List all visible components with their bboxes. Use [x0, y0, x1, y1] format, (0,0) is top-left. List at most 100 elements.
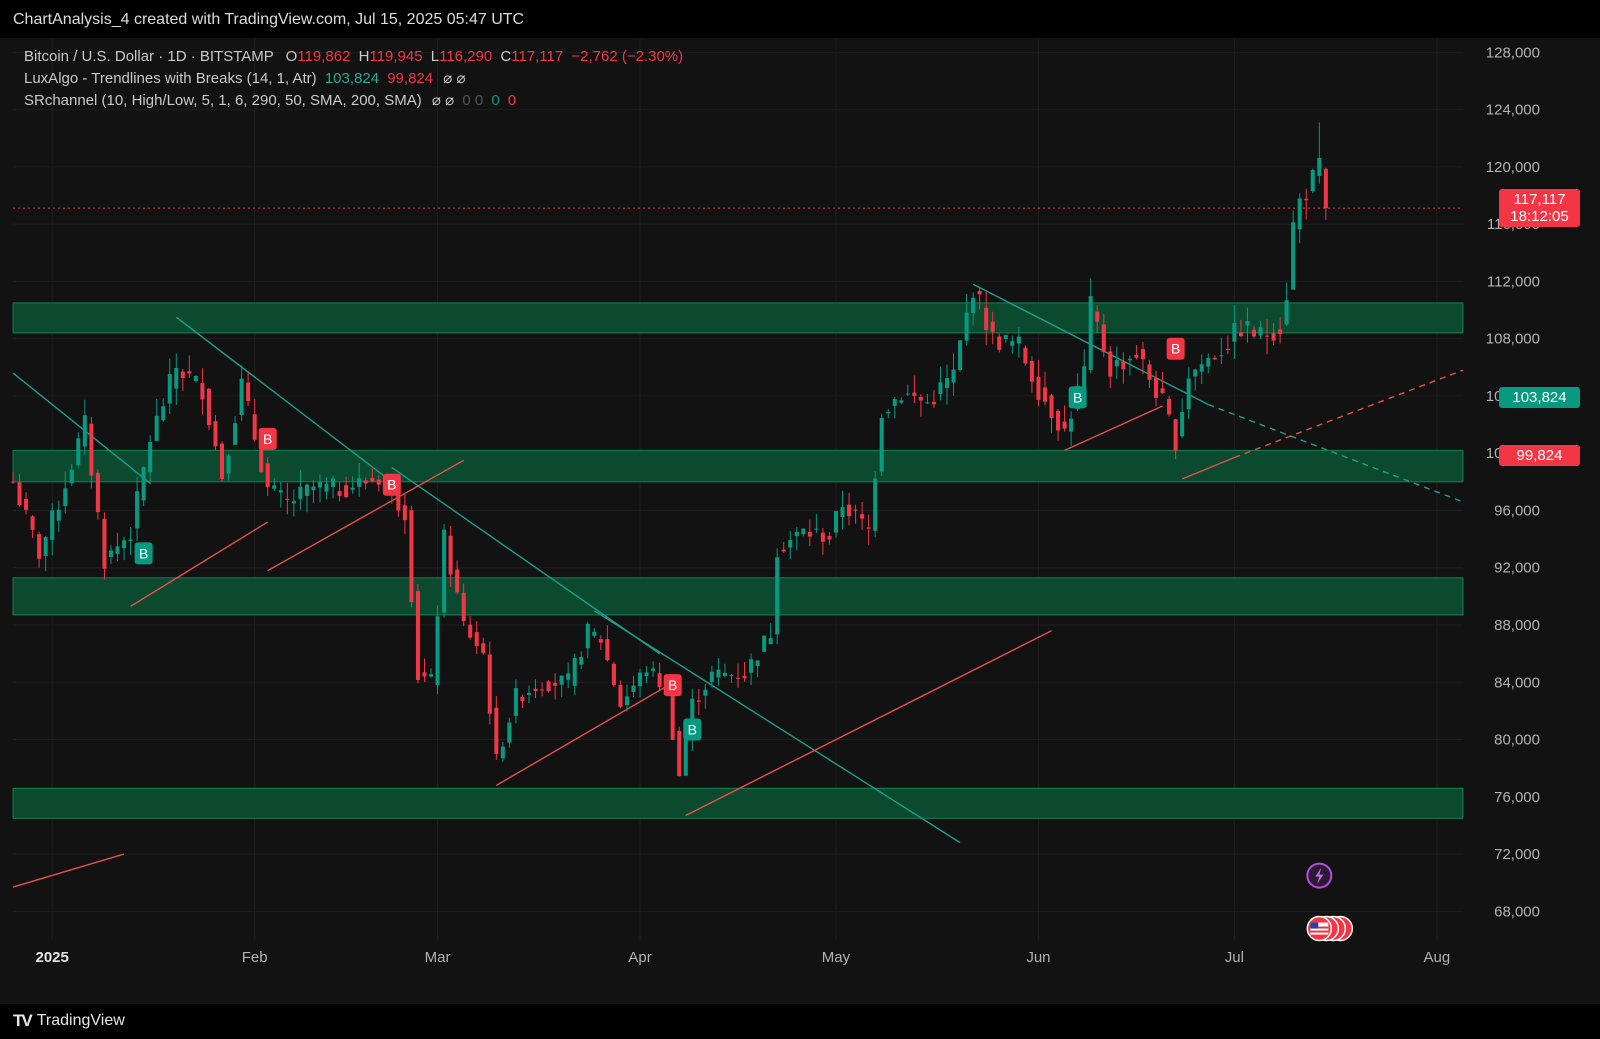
- x-tick-label: Apr: [628, 949, 651, 966]
- tradingview-logo[interactable]: TV TradingView: [13, 1011, 125, 1031]
- candle: [1180, 398, 1185, 439]
- candle-body: [755, 660, 760, 667]
- price-chart[interactable]: BBBBBBB 128,000124,000120,000116,000112,…: [0, 38, 1600, 1004]
- candle-body: [631, 685, 636, 693]
- candle-body: [827, 536, 832, 540]
- footer: TV TradingView: [0, 1004, 1600, 1039]
- low-label: L: [430, 48, 440, 65]
- candle: [951, 353, 956, 396]
- candle-body: [1265, 335, 1270, 337]
- candle-body: [925, 402, 930, 404]
- candle-body: [605, 639, 610, 661]
- candle-body: [193, 375, 198, 382]
- candle-body: [213, 421, 218, 447]
- candle-body: [1173, 419, 1178, 451]
- candle-body: [958, 340, 963, 371]
- candle: [1062, 405, 1067, 432]
- candle-body: [141, 466, 146, 501]
- candle: [1199, 354, 1204, 385]
- indicator1-na-icons: ⌀ ⌀: [443, 70, 466, 87]
- candle: [154, 398, 159, 442]
- candle-body: [1095, 311, 1100, 322]
- legend-indicator1-row[interactable]: LuxAlgo - Trendlines with Breaks (14, 1,…: [24, 68, 683, 90]
- low-value: 116,290: [439, 48, 493, 65]
- us-flag-icon[interactable]: [1306, 915, 1354, 942]
- candle: [115, 532, 120, 562]
- break-marker-label: B: [688, 722, 697, 738]
- candle-body: [461, 592, 466, 622]
- candle-body: [370, 478, 375, 482]
- candle-body: [1049, 395, 1054, 419]
- candle: [494, 696, 499, 760]
- candle-body: [540, 689, 545, 691]
- candle-body: [1284, 300, 1289, 325]
- candle-body: [1232, 323, 1237, 342]
- candle-body: [1147, 364, 1152, 380]
- candle-body: [683, 739, 688, 776]
- candle: [781, 542, 786, 553]
- candle-body: [579, 656, 584, 665]
- lightning-icon[interactable]: [1306, 862, 1333, 889]
- candle: [442, 524, 447, 618]
- candle-body: [376, 479, 381, 485]
- candle: [1193, 368, 1198, 391]
- break-marker-label: B: [1073, 389, 1082, 405]
- candle: [233, 415, 238, 445]
- candle-body: [762, 635, 767, 652]
- candle: [847, 492, 852, 526]
- candle-body: [200, 383, 205, 400]
- candle-body: [1029, 361, 1034, 382]
- candle-body: [840, 507, 845, 518]
- candle-body: [703, 689, 708, 696]
- candle-body: [337, 491, 342, 496]
- candle-body: [1225, 348, 1230, 350]
- candle-body: [344, 485, 349, 498]
- candle: [931, 390, 936, 408]
- candle-body: [807, 531, 812, 537]
- event-icons[interactable]: [1306, 862, 1354, 942]
- candle-body: [500, 746, 505, 759]
- candle: [174, 353, 179, 405]
- candle-body: [566, 673, 571, 680]
- indicator2-value2: 0: [507, 92, 517, 109]
- candle: [638, 668, 643, 698]
- candle-body: [1003, 334, 1008, 339]
- candle-body: [912, 392, 917, 396]
- legend-symbol-row[interactable]: Bitcoin / U.S. Dollar · 1D · BITSTAMP O1…: [24, 46, 683, 68]
- candle-body: [56, 509, 61, 521]
- y-tick-label: 88,000: [1494, 617, 1540, 634]
- candle-body: [775, 557, 780, 635]
- x-tick-label: Jun: [1026, 949, 1050, 966]
- candle-body: [1199, 364, 1204, 372]
- candle: [827, 532, 832, 545]
- candle: [1291, 210, 1296, 291]
- candle: [1186, 367, 1191, 420]
- candle: [840, 490, 845, 530]
- candle: [644, 666, 649, 683]
- candle: [56, 500, 61, 532]
- candle-body: [128, 539, 133, 541]
- candle: [468, 616, 473, 640]
- candle-body: [409, 510, 414, 602]
- candle: [1140, 341, 1145, 375]
- x-tick-label: Feb: [242, 949, 268, 966]
- candle-body: [298, 486, 303, 500]
- legend-indicator2-row[interactable]: SRchannel (10, High/Low, 5, 1, 6, 290, 5…: [24, 90, 683, 112]
- candle-body: [487, 654, 492, 714]
- indicator1-name: LuxAlgo - Trendlines with Breaks (14, 1,…: [24, 70, 317, 87]
- y-tick-label: 76,000: [1494, 789, 1540, 806]
- candle: [775, 548, 780, 645]
- candle: [768, 623, 773, 645]
- candle-body: [115, 546, 120, 554]
- candle-body: [122, 540, 127, 549]
- candle: [905, 384, 910, 397]
- candle-body: [252, 414, 257, 440]
- candle-body: [873, 478, 878, 531]
- trendline-up-extension: [1234, 369, 1464, 459]
- candle: [997, 333, 1002, 353]
- candle: [246, 371, 251, 406]
- candle: [546, 679, 551, 693]
- candle: [187, 355, 192, 378]
- candle-body: [89, 423, 94, 476]
- candle-body: [494, 707, 499, 754]
